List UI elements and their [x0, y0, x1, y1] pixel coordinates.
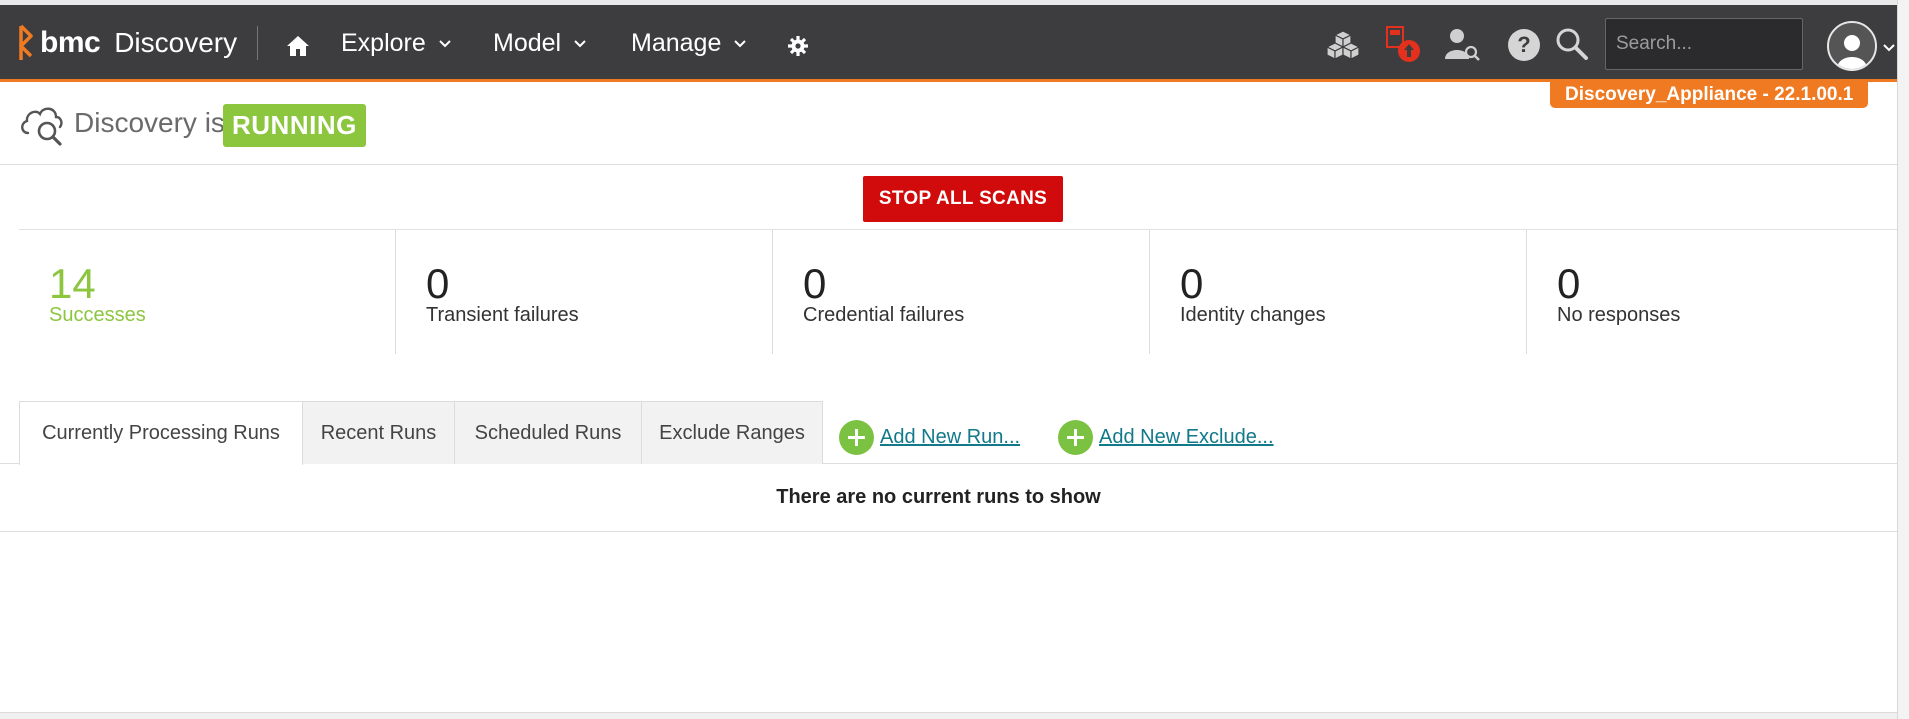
status-label: Discovery is [74, 107, 225, 138]
nav-manage-label: Manage [631, 29, 722, 57]
window-bottom-edge [0, 712, 1897, 719]
stat-identity-changes[interactable]: 0 Identity changes [1150, 230, 1527, 354]
user-avatar-icon [1837, 35, 1867, 69]
nav-manage[interactable]: Manage [631, 29, 747, 58]
top-navbar: bmc Discovery Explore Model Manage ? Sea… [0, 5, 1897, 82]
stat-value: 0 [426, 260, 450, 307]
user-search-icon[interactable] [1443, 27, 1483, 63]
stop-all-scans-button[interactable]: STOP ALL SCANS [863, 176, 1063, 222]
chevron-down-icon [574, 39, 586, 47]
stat-successes[interactable]: 14 Successes [19, 230, 396, 354]
status-badge: RUNNING [223, 104, 366, 147]
home-icon[interactable] [285, 34, 311, 58]
app-window: bmc Discovery Explore Model Manage ? Sea… [0, 0, 1909, 719]
product-name: Discovery [114, 27, 238, 58]
gear-icon[interactable] [787, 35, 809, 57]
brand-name: bmc [40, 26, 101, 59]
stat-label: No responses [1557, 304, 1681, 326]
search-input[interactable] [1605, 18, 1803, 70]
notification-alert-icon[interactable] [1384, 25, 1424, 65]
discovery-status-bar: Discovery is RUNNING [0, 95, 1897, 165]
add-new-exclude-link[interactable]: Add New Exclude... [1058, 420, 1274, 455]
user-avatar[interactable] [1827, 21, 1877, 71]
chevron-down-icon [439, 39, 451, 47]
add-new-run-label: Add New Run... [880, 426, 1021, 448]
tab-currently-processing-runs[interactable]: Currently Processing Runs [19, 401, 303, 465]
add-new-exclude-label: Add New Exclude... [1099, 426, 1274, 448]
plus-circle-icon [839, 420, 874, 455]
cloud-search-icon [21, 107, 63, 146]
add-new-run-link[interactable]: Add New Run... [839, 420, 1020, 455]
scan-stats: 14 Successes 0 Transient failures 0 Cred… [19, 229, 1897, 354]
stat-label: Successes [49, 304, 146, 326]
stat-value: 14 [49, 260, 96, 307]
stat-credential-failures[interactable]: 0 Credential failures [773, 230, 1150, 354]
stat-label: Credential failures [803, 304, 965, 326]
search-icon[interactable] [1555, 27, 1589, 61]
plus-circle-icon [1058, 420, 1093, 455]
stat-value: 0 [1557, 260, 1581, 307]
stat-value: 0 [803, 260, 827, 307]
nav-model-label: Model [493, 29, 562, 57]
stat-label: Identity changes [1180, 304, 1326, 326]
tab-scheduled-runs[interactable]: Scheduled Runs [454, 401, 642, 464]
nav-explore[interactable]: Explore [341, 29, 452, 58]
cubes-icon[interactable] [1325, 29, 1361, 61]
chevron-down-icon [734, 39, 747, 47]
tab-recent-runs[interactable]: Recent Runs [302, 401, 455, 464]
brand-divider [257, 26, 259, 60]
help-icon[interactable]: ? [1507, 28, 1541, 62]
svg-text:?: ? [1517, 32, 1530, 57]
stat-label: Transient failures [426, 304, 579, 326]
window-scroll-edge [1897, 0, 1909, 719]
brand[interactable]: bmc Discovery [18, 23, 259, 63]
nav-model[interactable]: Model [493, 29, 587, 58]
stat-value: 0 [1180, 260, 1204, 307]
nav-explore-label: Explore [341, 29, 426, 57]
stat-no-responses[interactable]: 0 No responses [1527, 230, 1897, 354]
stat-transient-failures[interactable]: 0 Transient failures [396, 230, 773, 354]
empty-runs-message: There are no current runs to show [0, 464, 1897, 532]
chevron-down-icon[interactable] [1882, 43, 1896, 53]
tab-exclude-ranges[interactable]: Exclude Ranges [641, 401, 823, 464]
bmc-logo-icon [19, 24, 33, 60]
